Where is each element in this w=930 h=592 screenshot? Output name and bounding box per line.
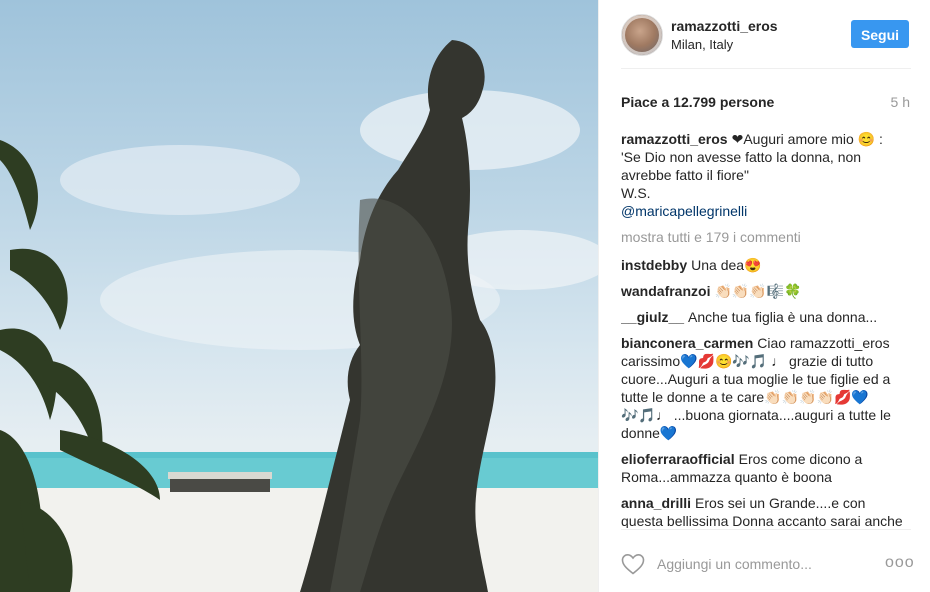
comment-username[interactable]: wandafranzoi bbox=[621, 283, 710, 299]
comment-text: 👏🏻👏🏻👏🏻🎼🍀 bbox=[714, 283, 802, 299]
instagram-post-window: ramazzotti_eros Milan, Italy Segui Piace… bbox=[0, 0, 930, 592]
avatar[interactable] bbox=[621, 14, 663, 56]
post-location[interactable]: Milan, Italy bbox=[671, 37, 733, 52]
comments-list: ramazzotti_eros ❤Auguri amore mio 😊 : 'Se… bbox=[621, 130, 911, 528]
comment-username[interactable]: instdebby bbox=[621, 257, 687, 273]
post-timestamp[interactable]: 5 h bbox=[891, 94, 910, 110]
caption-username[interactable]: ramazzotti_eros bbox=[621, 131, 728, 147]
comment-item: instdebby Una dea😍 bbox=[621, 256, 911, 274]
author-username[interactable]: ramazzotti_eros bbox=[671, 18, 778, 34]
comment-item: anna_drilli Eros sei un Grande....e con q… bbox=[621, 494, 911, 528]
comment-text: Una dea😍 bbox=[691, 257, 762, 273]
follow-button[interactable]: Segui bbox=[851, 20, 909, 48]
post-footer: Aggiungi un commento... ooo bbox=[599, 530, 930, 592]
caption-mention[interactable]: @maricapellegrinelli bbox=[621, 202, 911, 220]
show-all-comments-link[interactable]: mostra tutti e 179 i commenti bbox=[621, 228, 911, 246]
comment-item: elioferraraofficial Eros come dicono a Ro… bbox=[621, 450, 911, 486]
post-header: ramazzotti_eros Milan, Italy Segui bbox=[599, 0, 930, 68]
comment-item: __giulz__ Anche tua figlia è una donna... bbox=[621, 308, 911, 326]
header-divider bbox=[621, 68, 911, 69]
post-detail-panel: ramazzotti_eros Milan, Italy Segui Piace… bbox=[598, 0, 930, 592]
comment-username[interactable]: __giulz__ bbox=[621, 309, 684, 325]
comment-username[interactable]: bianconera_carmen bbox=[621, 335, 753, 351]
post-photo[interactable] bbox=[0, 0, 598, 592]
comment-item: wandafranzoi 👏🏻👏🏻👏🏻🎼🍀 bbox=[621, 282, 911, 300]
comment-item: bianconera_carmen Ciao ramazzotti_eros ca… bbox=[621, 334, 911, 442]
likes-count[interactable]: Piace a 12.799 persone bbox=[621, 94, 774, 110]
more-options-icon[interactable]: ooo bbox=[885, 554, 915, 572]
beach-silhouette-image bbox=[0, 40, 598, 592]
comment-username[interactable]: elioferraraofficial bbox=[621, 451, 735, 467]
add-comment-input[interactable]: Aggiungi un commento... bbox=[657, 556, 812, 572]
comment-text: Anche tua figlia è una donna... bbox=[688, 309, 878, 325]
heart-icon[interactable] bbox=[621, 553, 645, 575]
comment-username[interactable]: anna_drilli bbox=[621, 495, 691, 511]
caption: ramazzotti_eros ❤Auguri amore mio 😊 : 'Se… bbox=[621, 130, 911, 220]
